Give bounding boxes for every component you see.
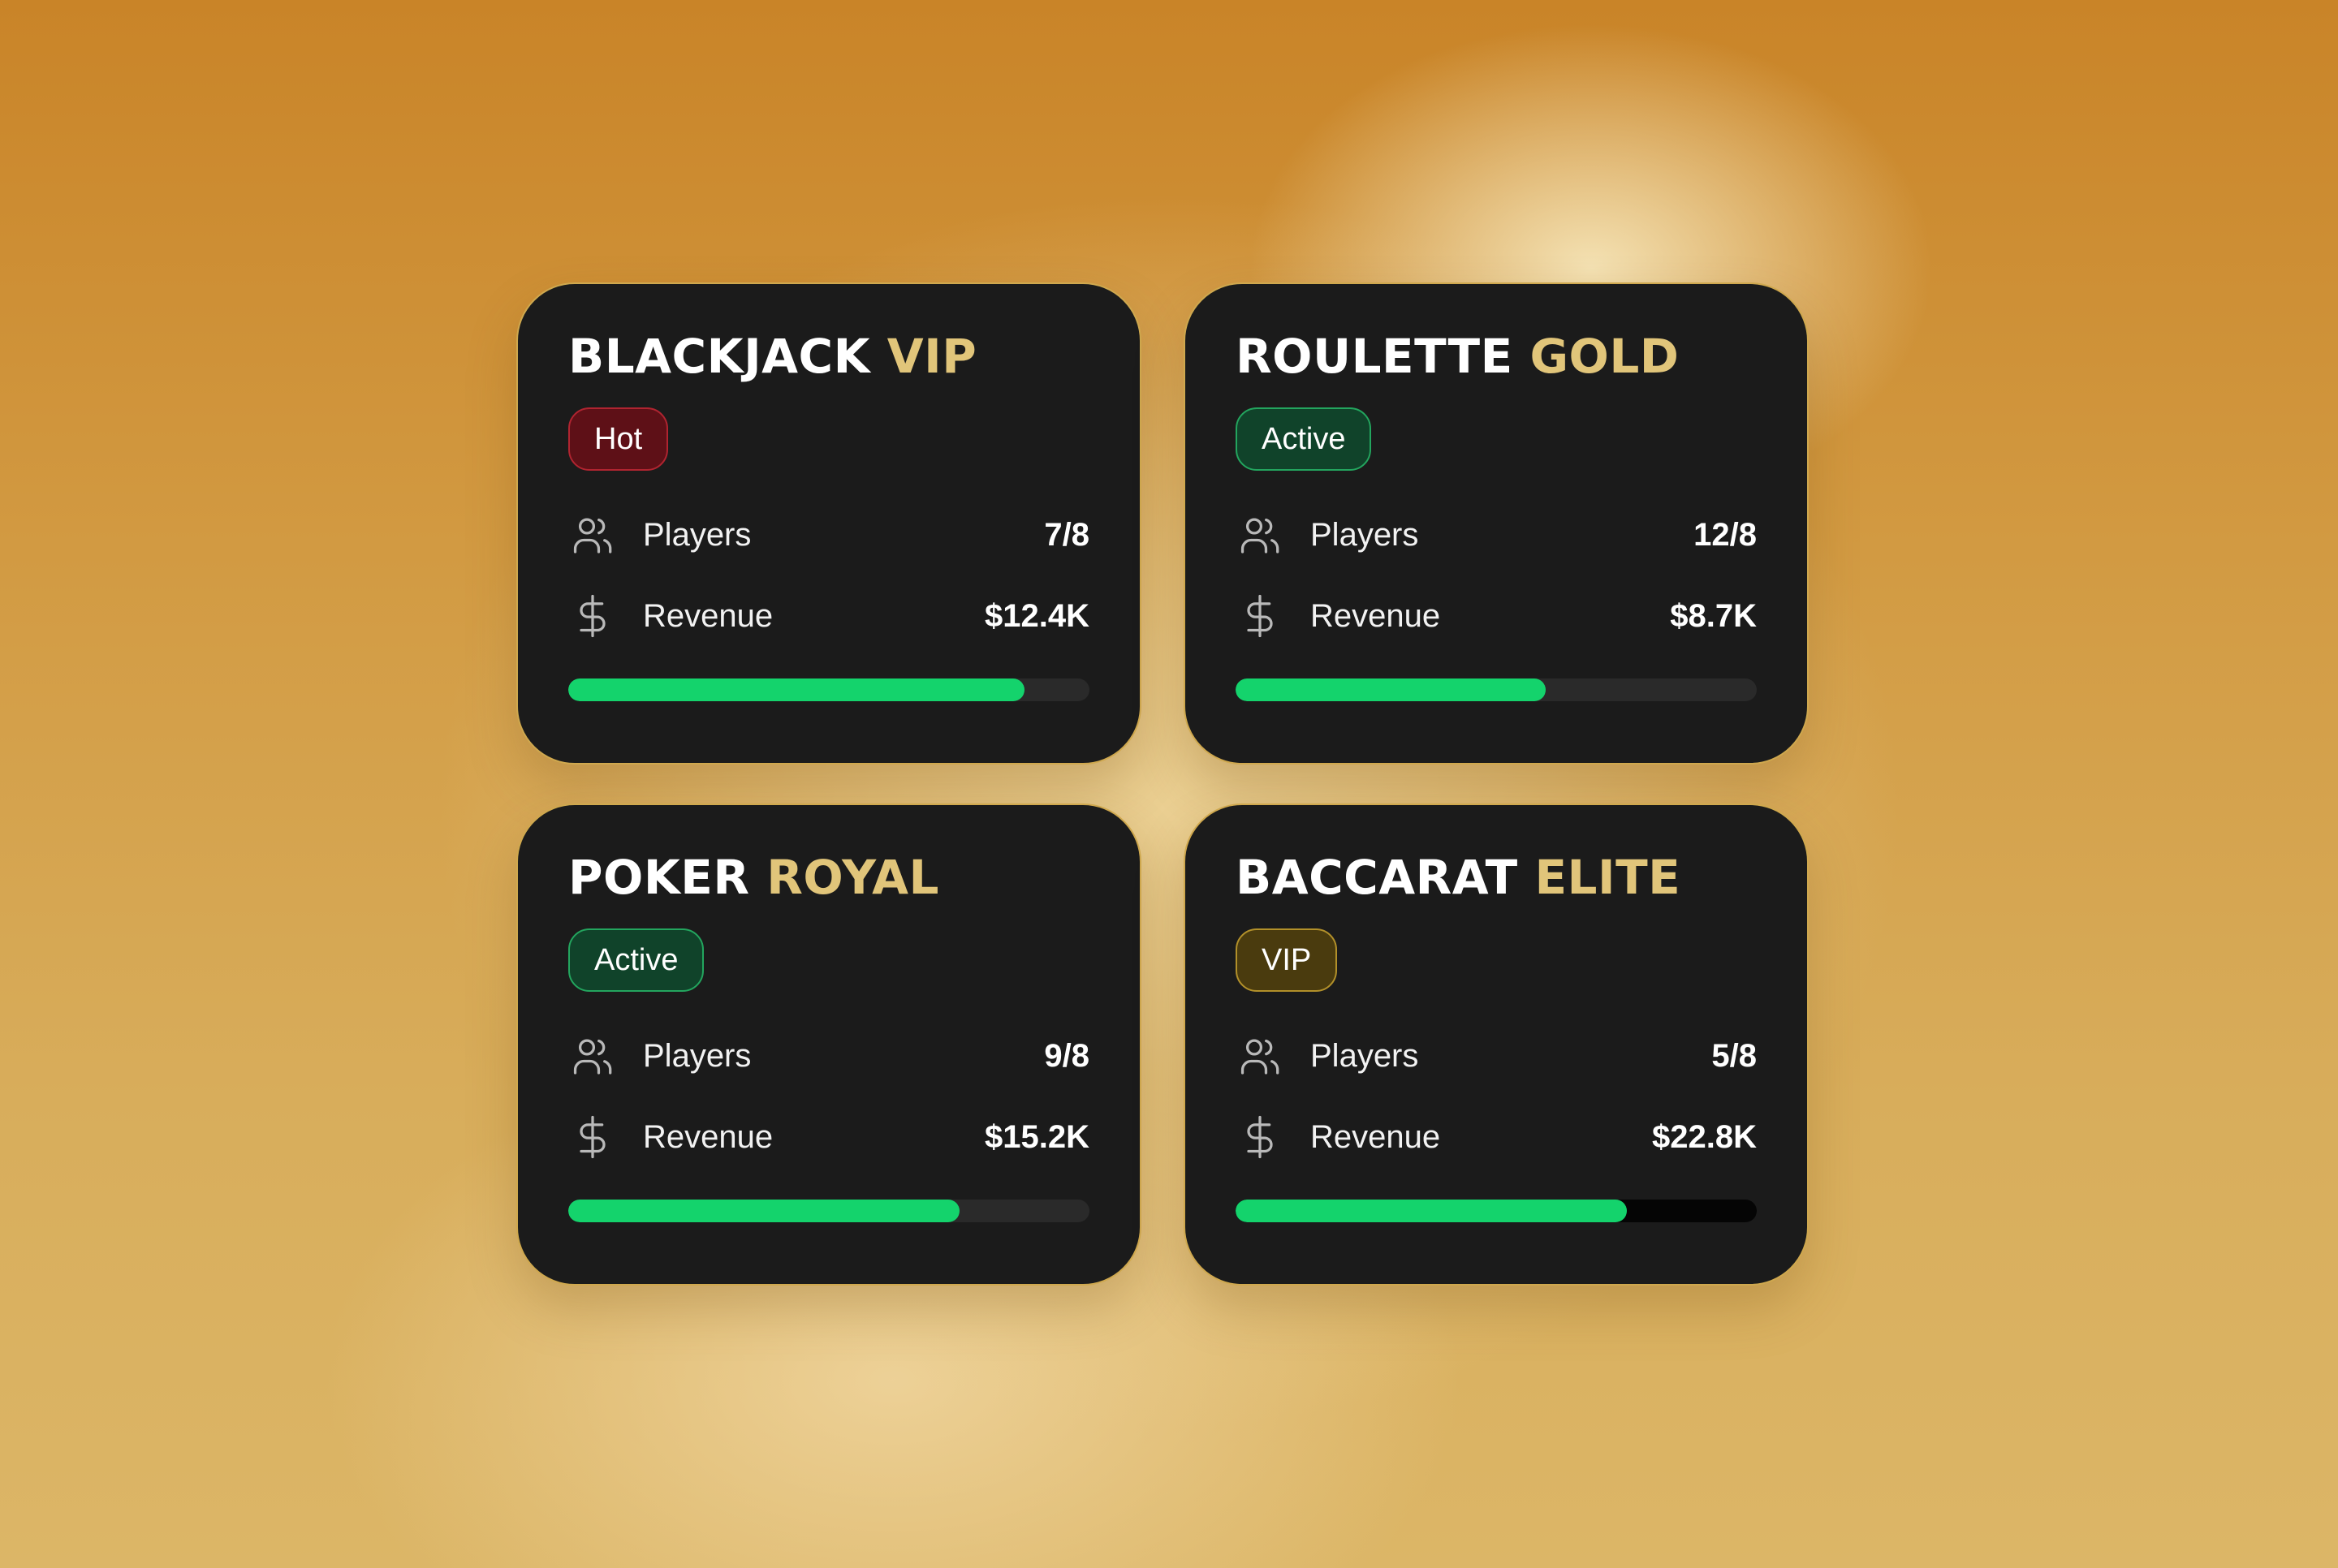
players-row: Players 5/8	[1236, 1027, 1757, 1084]
revenue-label: Revenue	[643, 1118, 774, 1155]
users-icon	[1236, 1032, 1284, 1080]
users-icon	[568, 510, 617, 559]
card-title-main: BACCARAT	[1236, 850, 1518, 905]
card-title: BLACKJACK VIP	[568, 333, 977, 380]
revenue-label: Revenue	[643, 597, 774, 634]
status-badge: Active	[1236, 407, 1372, 471]
players-row: Players 9/8	[568, 1027, 1089, 1084]
card-title: POKER ROYAL	[568, 854, 939, 901]
progress-fill	[568, 1200, 960, 1222]
revenue-label: Revenue	[1310, 597, 1441, 634]
players-row: Players 7/8	[568, 506, 1089, 563]
status-badge: Active	[568, 928, 705, 992]
card-title-accent: GOLD	[1529, 329, 1680, 384]
revenue-value: $22.8K	[1652, 1118, 1757, 1155]
players-row: Players 12/8	[1236, 506, 1757, 563]
dollar-icon	[568, 592, 617, 640]
capacity-progress-bar	[1236, 1200, 1757, 1222]
revenue-row: Revenue $8.7K	[1236, 588, 1757, 644]
progress-fill	[568, 678, 1024, 701]
revenue-row: Revenue $22.8K	[1236, 1109, 1757, 1165]
table-card-poker[interactable]: POKER ROYAL Active Players 9/8 Revenue $…	[516, 803, 1141, 1286]
capacity-progress-bar	[568, 1200, 1089, 1222]
dollar-icon	[1236, 1113, 1284, 1161]
status-badge: Hot	[568, 407, 669, 471]
card-title: BACCARAT ELITE	[1236, 854, 1680, 901]
card-title-main: ROULETTE	[1236, 329, 1513, 384]
card-title-main: BLACKJACK	[568, 329, 871, 384]
dollar-icon	[568, 1113, 617, 1161]
capacity-progress-bar	[568, 678, 1089, 701]
revenue-value: $15.2K	[985, 1118, 1089, 1155]
table-card-roulette[interactable]: ROULETTE GOLD Active Players 12/8 Revenu…	[1184, 282, 1809, 765]
progress-fill	[1236, 678, 1546, 701]
progress-fill	[1236, 1200, 1627, 1222]
card-title-main: POKER	[568, 850, 750, 905]
revenue-row: Revenue $12.4K	[568, 588, 1089, 644]
players-label: Players	[1310, 1037, 1419, 1074]
table-cards-grid: BLACKJACK VIP Hot Players 7/8 Revenue $1…	[516, 282, 1809, 1286]
card-title-accent: ROYAL	[766, 850, 939, 905]
table-card-blackjack[interactable]: BLACKJACK VIP Hot Players 7/8 Revenue $1…	[516, 282, 1141, 765]
revenue-value: $8.7K	[1670, 597, 1757, 634]
revenue-label: Revenue	[1310, 1118, 1441, 1155]
revenue-value: $12.4K	[985, 597, 1089, 634]
players-value: 9/8	[1044, 1037, 1089, 1074]
card-title-accent: ELITE	[1534, 850, 1681, 905]
players-label: Players	[643, 516, 752, 553]
revenue-row: Revenue $15.2K	[568, 1109, 1089, 1165]
card-title-accent: VIP	[886, 329, 977, 384]
capacity-progress-bar	[1236, 678, 1757, 701]
players-label: Players	[643, 1037, 752, 1074]
table-card-baccarat[interactable]: BACCARAT ELITE VIP Players 5/8 Revenue $…	[1184, 803, 1809, 1286]
players-value: 5/8	[1711, 1037, 1757, 1074]
card-title: ROULETTE GOLD	[1236, 333, 1679, 380]
status-badge: VIP	[1236, 928, 1338, 992]
players-value: 7/8	[1044, 516, 1089, 553]
dollar-icon	[1236, 592, 1284, 640]
players-label: Players	[1310, 516, 1419, 553]
users-icon	[1236, 510, 1284, 559]
users-icon	[568, 1032, 617, 1080]
players-value: 12/8	[1693, 516, 1757, 553]
